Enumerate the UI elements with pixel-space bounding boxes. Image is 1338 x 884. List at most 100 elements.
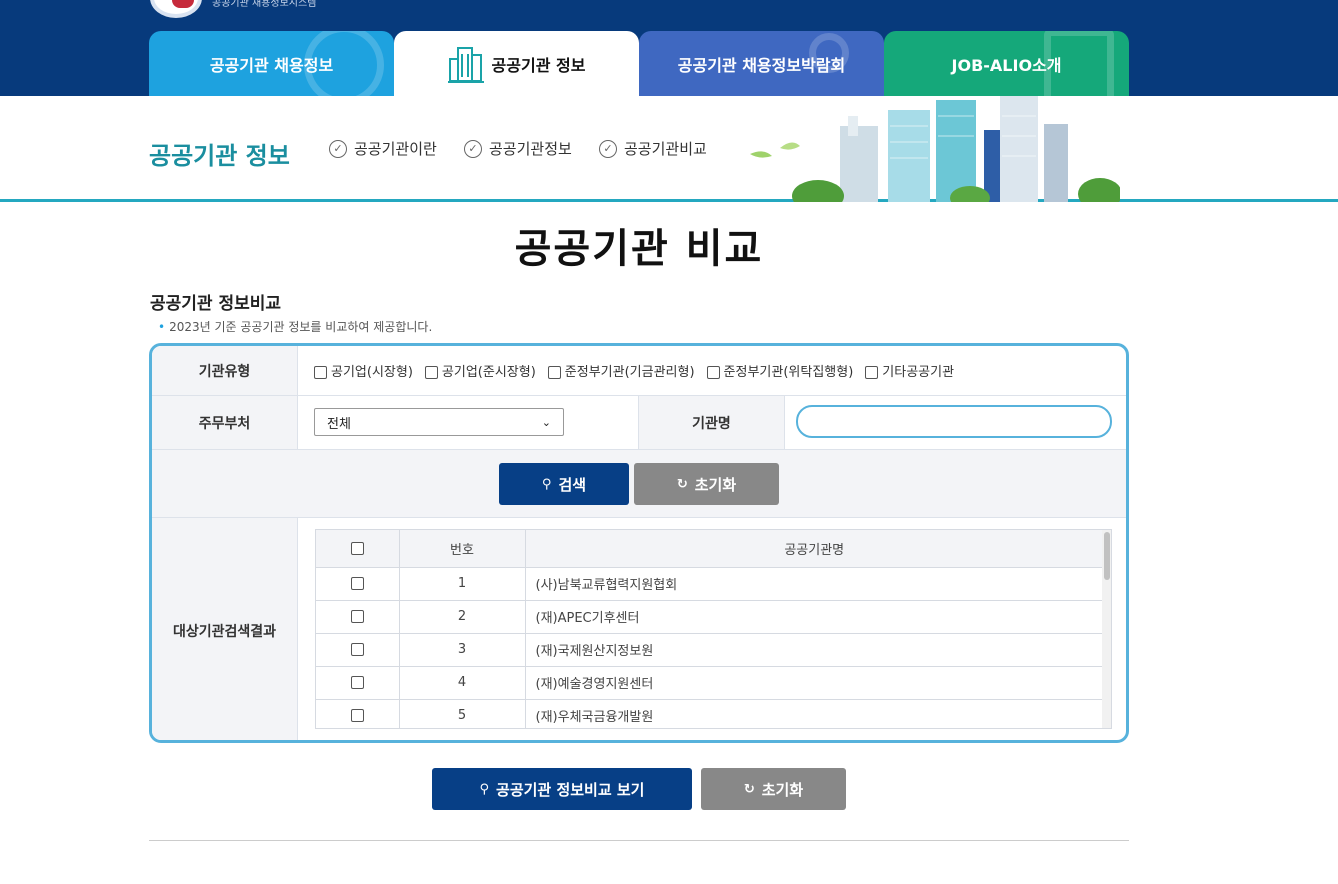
bullet-icon: • (158, 320, 166, 334)
row-check-cell (316, 665, 400, 699)
row-check-cell (316, 632, 400, 666)
row-checkbox[interactable] (350, 577, 364, 590)
submenu-label: 공공기관비교 (624, 140, 707, 158)
table-row[interactable]: 3 (재)국제원산지정보원 (316, 632, 1104, 666)
tab-label: 공공기관 채용정보박람회 (677, 55, 846, 75)
search-icon: ⚲ (541, 476, 552, 492)
results-scrollbar[interactable] (1102, 530, 1111, 728)
table-row[interactable]: 4 (재)예술경영지원센터 (316, 665, 1104, 699)
row-check-cell (316, 599, 400, 633)
row-no: 4 (399, 665, 526, 699)
row-name: (재)APEC기후센터 (525, 599, 1104, 633)
table-row[interactable]: 1 (사)남북교류협력지원협회 (316, 566, 1104, 600)
tab-label: 공공기관 정보 (491, 56, 586, 75)
row-name: (재)우체국금융개발원 (525, 698, 1104, 728)
table-row[interactable]: 2 (재)APEC기후센터 (316, 599, 1104, 633)
row-name: (재)국제원산지정보원 (525, 632, 1104, 666)
row-no: 5 (399, 698, 526, 728)
table-row[interactable]: 5 (재)우체국금융개발원 (316, 698, 1104, 728)
chevron-down-icon: ⌄ (541, 415, 551, 429)
divider (149, 840, 1129, 841)
type-row: 기관유형 공기업(시장형) 공기업(준시장형) 준정부기관(기금관리형) 준정부… (152, 346, 1126, 396)
name-label: 기관명 (638, 396, 785, 449)
row-checkbox[interactable] (350, 676, 364, 689)
row-name: (재)예술경영지원센터 (525, 665, 1104, 699)
tab-label: JOB-ALIO소개 (951, 55, 1062, 75)
section-heading: 공공기관 정보 (149, 142, 290, 170)
select-all-cell (316, 530, 400, 567)
row-no: 2 (399, 599, 526, 633)
checkbox[interactable] (547, 366, 561, 379)
row-checkbox[interactable] (350, 709, 364, 723)
search-panel: 기관유형 공기업(시장형) 공기업(준시장형) 준정부기관(기금관리형) 준정부… (149, 343, 1129, 743)
checkbox[interactable] (314, 366, 327, 379)
section-title: 공공기관 정보비교 (150, 294, 282, 314)
checkbox[interactable] (865, 366, 879, 379)
tab-about-jobalio[interactable]: JOB-ALIO소개 (884, 31, 1129, 96)
ministry-row: 주무부처 전체 ⌄ 기관명 (152, 396, 1126, 450)
building-icon (447, 47, 484, 83)
bottom-reset-button[interactable]: ↻ 초기화 (701, 768, 846, 810)
check-circle-icon: ✓ (464, 139, 482, 158)
submenu-item-compare[interactable]: ✓ 공공기관비교 (599, 138, 707, 159)
section-description: • 2023년 기준 공공기관 정보를 비교하여 제공합니다. (158, 318, 432, 335)
search-icon: ⚲ (479, 781, 490, 797)
checkbox[interactable] (706, 366, 720, 379)
type-label: 기관유형 (152, 346, 298, 395)
type-option[interactable]: 공기업(준시장형) (424, 361, 536, 380)
row-checkbox[interactable] (350, 643, 364, 656)
description-text: 2023년 기준 공공기관 정보를 비교하여 제공합니다. (169, 320, 433, 334)
reset-button[interactable]: ↻ 초기화 (634, 463, 779, 505)
results-table: 번호 공공기관명 1 (사)남북교류협력지원협회 2 (재)APEC기후센터 3… (315, 529, 1112, 729)
tab-label: 공공기관 채용정보 (209, 55, 334, 75)
button-label: 검색 (558, 475, 587, 494)
type-option[interactable]: 기타공공기관 (865, 361, 954, 380)
refresh-icon: ↻ (676, 476, 688, 492)
logo[interactable] (150, 0, 202, 18)
button-label: 초기화 (761, 780, 804, 799)
button-label: 공공기관 정보비교 보기 (496, 780, 645, 799)
top-header: 공공기관 채용정보시스템 공공기관 채용정보 공공기관 정보 공공기관 채용정보… (0, 0, 1338, 97)
type-option-label: 기타공공기관 (882, 365, 955, 380)
button-row: ⚲ 검색 ↻ 초기화 (152, 450, 1126, 518)
type-option-label: 준정부기관(위탁집행형) (723, 365, 854, 380)
row-no: 1 (399, 566, 526, 600)
ministry-select-value: 전체 (327, 416, 351, 432)
type-option-label: 준정부기관(기금관리형) (564, 365, 695, 380)
check-circle-icon: ✓ (599, 139, 617, 158)
type-option[interactable]: 공기업(시장형) (314, 361, 413, 380)
compare-view-button[interactable]: ⚲ 공공기관 정보비교 보기 (432, 768, 692, 810)
ministry-label: 주무부처 (152, 396, 298, 449)
tab-recruit-info[interactable]: 공공기관 채용정보 (149, 31, 394, 96)
type-option-label: 공기업(준시장형) (441, 365, 536, 380)
button-label: 초기화 (694, 475, 737, 494)
checkbox[interactable] (424, 366, 438, 379)
results-label: 대상기관검색결과 (152, 518, 298, 740)
scroll-thumb[interactable] (1104, 532, 1110, 580)
page-title: 공공기관 비교 (514, 226, 764, 272)
search-button[interactable]: ⚲ 검색 (499, 463, 629, 505)
type-option[interactable]: 준정부기관(위탁집행형) (706, 361, 854, 380)
row-checkbox[interactable] (350, 610, 364, 623)
column-header-no: 번호 (399, 530, 526, 567)
sub-header: 공공기관 정보 ✓ 공공기관이란 ✓ 공공기관정보 ✓ 공공기관비교 (0, 96, 1338, 202)
type-option[interactable]: 준정부기관(기금관리형) (547, 361, 695, 380)
tab-institution-info[interactable]: 공공기관 정보 (394, 31, 639, 97)
table-header: 번호 공공기관명 (316, 530, 1104, 567)
ministry-select[interactable]: 전체 ⌄ (314, 408, 564, 436)
submenu-item-info[interactable]: ✓ 공공기관정보 (464, 138, 572, 159)
tab-job-fair[interactable]: 공공기관 채용정보박람회 (639, 31, 884, 96)
select-all-checkbox[interactable] (350, 541, 364, 555)
institution-name-input[interactable] (796, 405, 1112, 438)
row-check-cell (316, 566, 400, 600)
submenu-label: 공공기관이란 (354, 140, 437, 158)
row-no: 3 (399, 632, 526, 666)
check-circle-icon: ✓ (329, 139, 347, 158)
city-illustration (750, 96, 1120, 202)
row-name: (사)남북교류협력지원협회 (525, 566, 1104, 600)
logo-text: 공공기관 채용정보시스템 (212, 0, 317, 9)
row-check-cell (316, 698, 400, 728)
type-options: 공기업(시장형) 공기업(준시장형) 준정부기관(기금관리형) 준정부기관(위탁… (314, 346, 954, 395)
submenu-item-about[interactable]: ✓ 공공기관이란 (329, 138, 437, 159)
refresh-icon: ↻ (743, 781, 755, 797)
